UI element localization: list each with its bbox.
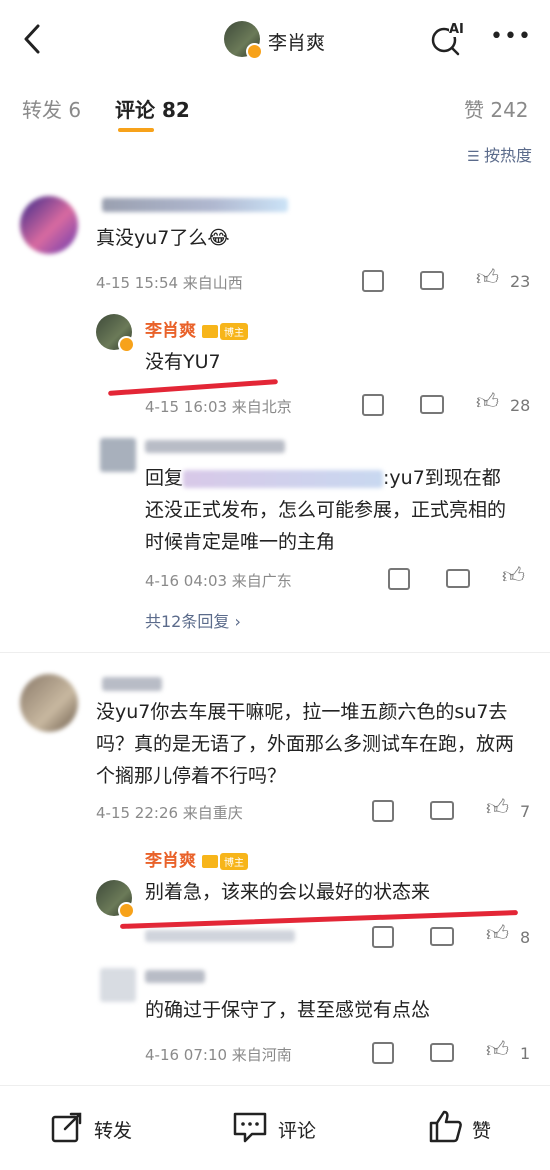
like-icon[interactable]: 👍︎	[486, 924, 509, 946]
like-icon[interactable]: 👍︎	[502, 566, 525, 588]
reply-icon[interactable]	[446, 569, 470, 588]
comment-label: 评论	[278, 1120, 317, 1142]
crown-icon	[202, 325, 218, 338]
reply-meta-obscured	[145, 930, 295, 942]
ai-search-icon[interactable]: AI	[428, 20, 468, 60]
back-icon[interactable]	[18, 22, 46, 56]
reply2-text: 的确过于保守了，甚至感觉有点怂	[145, 999, 431, 1021]
commenter-avatar[interactable]	[20, 674, 78, 732]
like-icon[interactable]: 👍︎	[476, 392, 499, 414]
header-title: 李肖爽	[268, 32, 326, 54]
share-icon[interactable]	[362, 394, 384, 416]
verified-badge	[246, 43, 263, 60]
reply-meta: 4-15 16:03 来自北京	[145, 398, 292, 416]
reply-author[interactable]: 李肖爽 博主	[145, 846, 248, 871]
laugh-emoji-icon: 😂	[207, 227, 230, 249]
reply-icon[interactable]	[430, 1043, 454, 1062]
reply-text: 别着急，该来的会以最好的状态来	[145, 881, 431, 903]
like-count: 23	[510, 272, 531, 291]
replier-avatar[interactable]	[100, 968, 136, 1002]
like-icon[interactable]: 👍︎	[486, 798, 509, 820]
comment-button[interactable]: 评论	[232, 1110, 332, 1146]
top-bar: 李肖爽 AI •••	[0, 0, 550, 80]
like-count: 1	[520, 1044, 531, 1063]
tab-comments[interactable]: 评论 82	[115, 94, 190, 123]
reply-icon[interactable]	[420, 395, 444, 414]
replier-name[interactable]	[145, 970, 205, 983]
verified-badge	[118, 336, 135, 353]
blogger-avatar[interactable]	[96, 314, 135, 353]
tab-bar: 转发 6 评论 82 赞 242	[0, 80, 550, 140]
reply-icon[interactable]	[430, 801, 454, 820]
comment-text: 没yu7你去车展干嘛呢，拉一堆五颜六色的su7去吗？真的是无语了，外面那么多测试…	[96, 701, 515, 787]
reply-target-name	[183, 469, 384, 488]
reply2-meta: 4-16 04:03 来自广东	[145, 572, 292, 590]
crown-icon	[202, 855, 218, 868]
reply2-meta: 4-16 07:10 来自河南	[145, 1046, 292, 1064]
tab-underline	[118, 128, 154, 132]
more-icon[interactable]: •••	[490, 24, 532, 49]
bottom-bar: 转发 评论 赞	[0, 1085, 550, 1170]
tab-likes[interactable]: 赞 242	[464, 94, 529, 123]
share-icon[interactable]	[388, 568, 410, 590]
like-count: 7	[520, 802, 531, 821]
share-icon[interactable]	[372, 800, 394, 822]
blogger-avatar[interactable]	[96, 880, 135, 919]
commenter-avatar[interactable]	[20, 196, 78, 254]
sort-label: 按热度	[483, 146, 532, 165]
comment-meta: 4-15 15:54 来自山西	[96, 274, 243, 292]
like-icon[interactable]: 👍︎	[476, 268, 499, 290]
replier-name[interactable]	[145, 440, 285, 453]
thumb-up-icon	[429, 1110, 462, 1143]
like-count: 8	[520, 928, 531, 947]
tab-repost[interactable]: 转发 6	[22, 94, 81, 123]
commenter-name[interactable]	[102, 198, 288, 212]
reply-icon[interactable]	[430, 927, 454, 946]
comment-meta: 4-15 22:26 来自重庆	[96, 804, 243, 822]
verified-badge	[118, 902, 135, 919]
red-underline-annotation	[108, 379, 278, 396]
comment-icon	[233, 1112, 267, 1143]
divider	[0, 652, 550, 653]
blogger-tag: 博主	[220, 323, 248, 340]
commenter-name[interactable]	[102, 677, 162, 691]
share-icon[interactable]	[372, 926, 394, 948]
sort-icon: ☰	[466, 149, 484, 165]
red-underline-annotation	[120, 910, 518, 929]
comment-text: 真没yu7了么😂	[96, 227, 230, 249]
header-avatar[interactable]	[224, 21, 263, 60]
like-label: 赞	[472, 1120, 492, 1142]
replier-avatar[interactable]	[100, 438, 136, 472]
like-button[interactable]: 赞	[428, 1108, 508, 1146]
reply-icon[interactable]	[420, 271, 444, 290]
reply2-text: 回复:yu7到现在都还没正式发布，怎么可能参展，正式亮相的时候肯定是唯一的主角	[145, 467, 507, 553]
ai-label: AI	[449, 22, 464, 37]
blogger-tag: 博主	[220, 853, 248, 870]
more-replies-link[interactable]: 共12条回复 ›	[145, 608, 241, 632]
reply-text: 没有YU7	[145, 351, 221, 373]
repost-button[interactable]: 转发	[50, 1110, 150, 1146]
repost-icon	[51, 1112, 82, 1143]
sort-toggle[interactable]: ☰ 按热度	[467, 142, 532, 166]
reply-author[interactable]: 李肖爽 博主	[145, 316, 248, 341]
share-icon[interactable]	[362, 270, 384, 292]
share-icon[interactable]	[372, 1042, 394, 1064]
like-count: 28	[510, 396, 531, 415]
like-icon[interactable]: 👍︎	[486, 1040, 509, 1062]
repost-label: 转发	[94, 1120, 133, 1142]
